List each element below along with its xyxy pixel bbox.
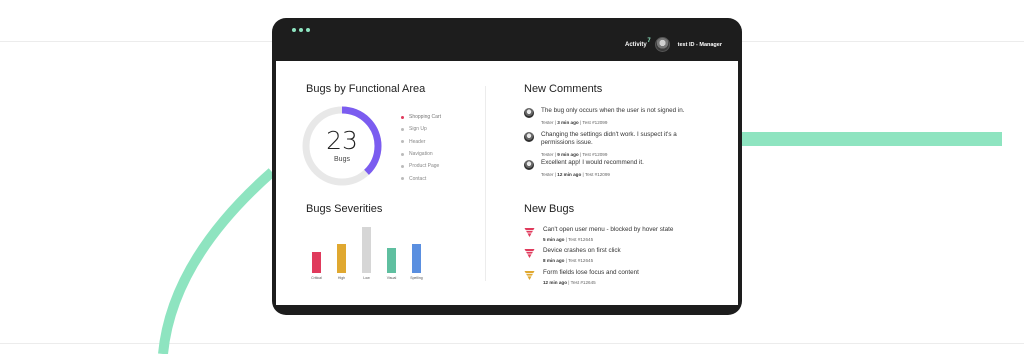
- comment-text: Excellent app! I would recommend it.: [541, 159, 644, 166]
- activity-link[interactable]: Activity 7: [624, 38, 651, 48]
- comment-meta: Tester | 3 min ago | Test #12099: [541, 120, 608, 125]
- legend-item[interactable]: Shopping Cart: [401, 111, 441, 123]
- legend-dot-icon: [401, 127, 404, 131]
- legend-dot-icon: [401, 115, 404, 119]
- comment-time: 9 min ago: [557, 152, 579, 157]
- bug-body: Form fields lose focus and content 12 min…: [543, 269, 711, 287]
- column-divider: [485, 86, 486, 281]
- severity-bar-chart: Critical High Low Visual Spelling: [306, 223, 446, 285]
- comment-body: Excellent app! I would recommend it. Test…: [541, 159, 709, 179]
- comment-body: The bug only occurs when the user is not…: [541, 107, 709, 127]
- user-avatar-icon[interactable]: [654, 37, 670, 52]
- commenter-avatar-icon: [524, 160, 534, 170]
- bugs-title: New Bugs: [524, 203, 575, 215]
- user-menu[interactable]: test ID - Manager: [678, 42, 722, 48]
- comment-author: Tester: [541, 152, 554, 157]
- bug-meta: 8 min ago | Test #12645: [543, 258, 594, 263]
- bug-test-ref[interactable]: Test #12645: [568, 237, 593, 242]
- legend-dot-icon: [401, 164, 404, 168]
- bug-item[interactable]: Device crashes on first click 8 min ago |…: [524, 247, 711, 265]
- bug-severity-icon: [524, 271, 535, 280]
- bug-count: 23: [326, 126, 358, 155]
- comment-item[interactable]: The bug only occurs when the user is not…: [524, 107, 709, 127]
- legend-label: Sign Up: [409, 126, 427, 133]
- severity-bar[interactable]: [362, 227, 371, 273]
- bug-item[interactable]: Form fields lose focus and content 12 min…: [524, 269, 711, 287]
- bugs-donut[interactable]: 23 Bugs: [302, 106, 382, 186]
- bug-test-ref[interactable]: Test #12645: [571, 280, 596, 285]
- legend-dot-icon: [401, 177, 404, 181]
- severities-title: Bugs Severities: [306, 203, 383, 215]
- legend-dot-icon: [401, 152, 404, 156]
- severity-bar-label: Spelling: [410, 276, 423, 280]
- comment-test-ref[interactable]: Test #12099: [582, 152, 607, 157]
- legend-label: Contact: [409, 175, 427, 182]
- comment-meta: Tester | 9 min ago | Test #12099: [541, 152, 608, 157]
- legend-item[interactable]: Contact: [401, 172, 441, 184]
- comments-title: New Comments: [524, 83, 603, 95]
- menu-dots-icon[interactable]: [292, 28, 310, 32]
- functional-area-legend: Shopping Cart Sign Up Header Navigation Prod…: [401, 111, 441, 185]
- bug-meta: 5 min ago | Test #12645: [543, 237, 594, 242]
- legend-label: Header: [409, 138, 426, 145]
- severity-bar-label: Visual: [386, 276, 397, 280]
- comment-body: Changing the settings didn't work. I sus…: [541, 131, 709, 159]
- bug-severity-icon: [524, 249, 535, 258]
- comment-author: Tester: [541, 172, 554, 177]
- legend-item[interactable]: Sign Up: [401, 123, 441, 135]
- legend-label: Product Page: [409, 163, 440, 170]
- comment-text: Changing the settings didn't work. I sus…: [541, 131, 677, 146]
- functional-area-title: Bugs by Functional Area: [306, 83, 426, 95]
- top-bar: Activity 7 test ID - Manager: [625, 37, 722, 52]
- legend-label: Navigation: [409, 151, 433, 158]
- legend-item[interactable]: Navigation: [401, 148, 441, 160]
- legend-label: Shopping Cart: [409, 114, 441, 121]
- bug-item[interactable]: Can't open user menu - blocked by hover …: [524, 226, 711, 244]
- bug-title: Form fields lose focus and content: [543, 269, 639, 276]
- bug-test-ref[interactable]: Test #12645: [568, 258, 593, 263]
- comment-author: Tester: [541, 120, 554, 125]
- mint-arc: [158, 168, 276, 354]
- bug-time: 5 min ago: [543, 237, 565, 242]
- bug-title: Device crashes on first click: [543, 247, 621, 254]
- severity-bar[interactable]: [387, 248, 396, 273]
- bug-time: 12 min ago: [543, 280, 567, 285]
- severity-bar[interactable]: [412, 243, 421, 273]
- mint-bar: [742, 132, 1002, 146]
- comment-item[interactable]: Excellent app! I would recommend it. Test…: [524, 159, 709, 179]
- legend-item[interactable]: Header: [401, 136, 441, 148]
- legend-dot-icon: [401, 140, 404, 144]
- comment-meta: Tester | 12 min ago | Test #12099: [541, 172, 610, 177]
- commenter-avatar-icon: [524, 108, 534, 118]
- dashboard-screen: Bugs by Functional Area 23 Bugs Shopping…: [276, 61, 738, 305]
- severity-bar-label: Low: [363, 276, 370, 280]
- bug-count-label: Bugs: [334, 156, 350, 163]
- comment-time: 12 min ago: [557, 172, 582, 177]
- comment-test-ref[interactable]: Test #12099: [585, 172, 610, 177]
- comment-test-ref[interactable]: Test #12099: [582, 120, 607, 125]
- activity-label: Activity: [624, 41, 647, 48]
- comment-time: 3 min ago: [557, 120, 579, 125]
- bug-title: Can't open user menu - blocked by hover …: [543, 226, 674, 233]
- commenter-avatar-icon: [524, 132, 534, 142]
- legend-item[interactable]: Product Page: [401, 160, 441, 172]
- comment-item[interactable]: Changing the settings didn't work. I sus…: [524, 131, 709, 159]
- tablet-frame: Activity 7 test ID - Manager Bugs by Fun…: [272, 18, 742, 315]
- bug-body: Can't open user menu - blocked by hover …: [543, 226, 711, 244]
- severity-bar[interactable]: [312, 252, 321, 273]
- activity-badge: 7: [647, 37, 651, 44]
- severity-bar[interactable]: [337, 243, 346, 273]
- bug-body: Device crashes on first click 8 min ago |…: [543, 247, 711, 265]
- severity-bar-label: High: [337, 276, 346, 280]
- comment-text: The bug only occurs when the user is not…: [541, 107, 685, 114]
- severity-bar-label: Critical: [311, 276, 322, 280]
- bug-severity-icon: [524, 228, 535, 237]
- bug-time: 8 min ago: [543, 258, 565, 263]
- bug-meta: 12 min ago | Test #12645: [543, 280, 596, 285]
